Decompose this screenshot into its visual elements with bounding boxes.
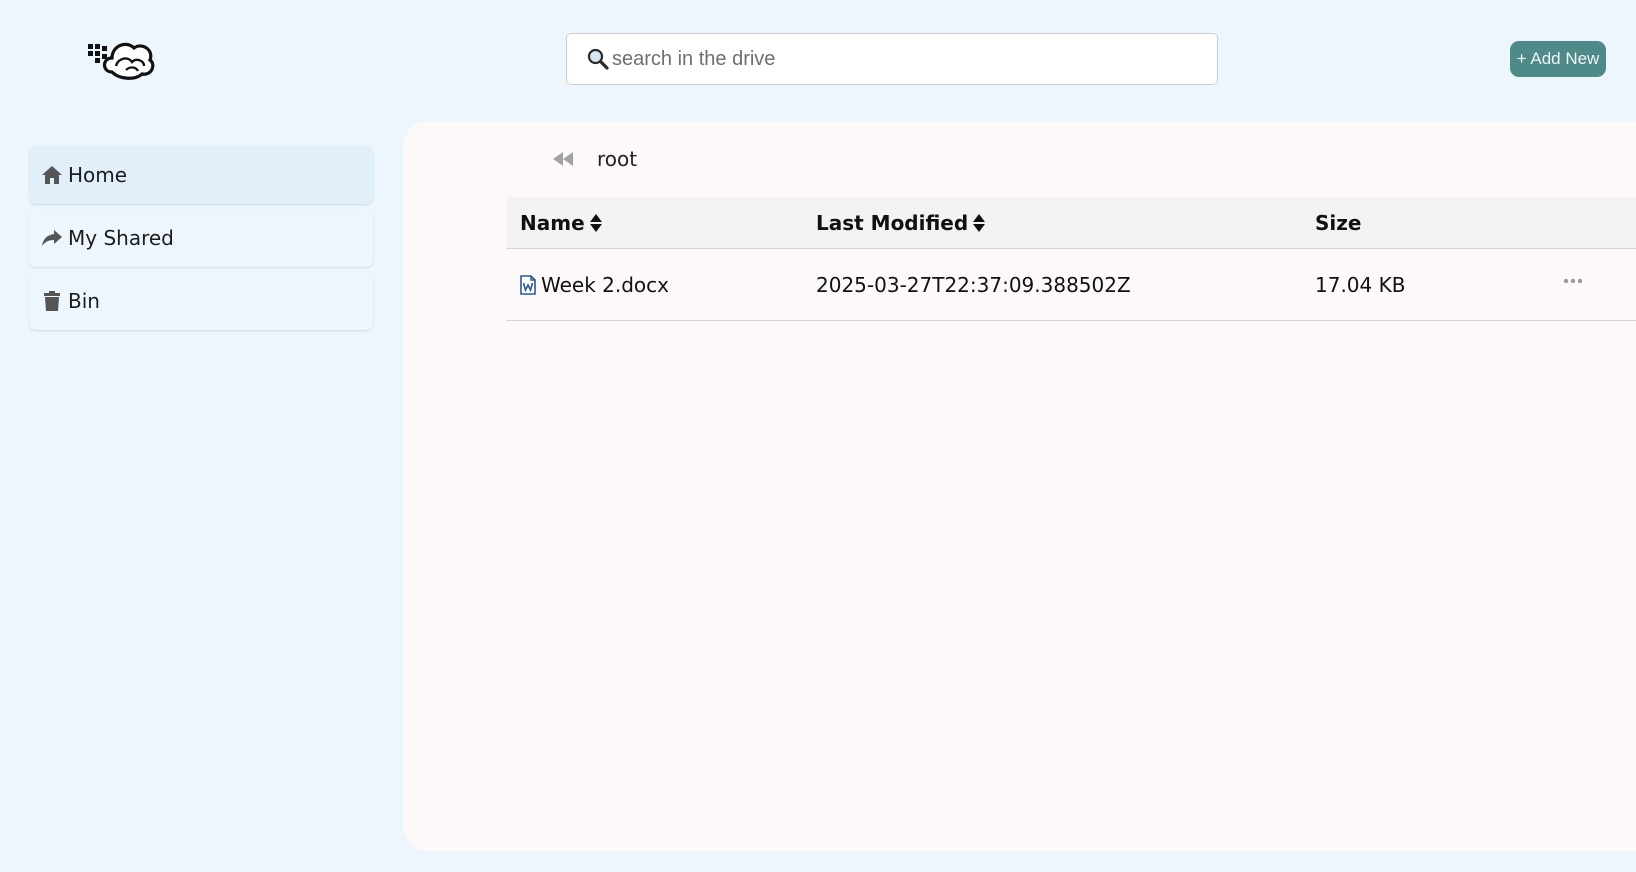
sort-icon[interactable] — [972, 213, 986, 233]
file-table: Name Last Modified Size Week 2.docx 2025… — [506, 197, 1636, 321]
file-name-cell[interactable]: Week 2.docx — [520, 249, 669, 321]
column-header-size: Size — [1315, 197, 1361, 249]
row-actions — [1563, 245, 1583, 317]
column-header-name[interactable]: Name — [520, 197, 603, 249]
column-header-label: Name — [520, 211, 585, 235]
trash-icon — [40, 290, 64, 312]
main-panel: root Name Last Modified Size Week 2.docx… — [403, 121, 1636, 851]
search-input[interactable] — [612, 39, 1192, 79]
sidebar-item-my-shared[interactable]: My Shared — [29, 209, 373, 267]
sidebar: Home My Shared Bin — [29, 146, 373, 335]
sort-icon[interactable] — [589, 213, 603, 233]
file-modified-cell: 2025-03-27T22:37:09.388502Z — [816, 273, 1131, 297]
drive-app: + Add New Home My Shared — [0, 0, 1636, 872]
double-chevron-left-icon[interactable] — [551, 148, 577, 170]
column-header-label: Size — [1315, 211, 1362, 235]
table-header: Name Last Modified Size — [506, 197, 1636, 249]
add-new-button[interactable]: + Add New — [1510, 41, 1606, 77]
cloud-logo-icon[interactable] — [86, 36, 156, 82]
file-size-cell: 17.04 KB — [1315, 273, 1406, 297]
home-icon — [40, 164, 64, 186]
sidebar-item-bin[interactable]: Bin — [29, 272, 373, 330]
search-bar[interactable] — [566, 33, 1218, 85]
breadcrumb: root — [551, 147, 637, 171]
sidebar-item-label: Home — [68, 163, 128, 187]
sidebar-item-home[interactable]: Home — [29, 146, 373, 204]
sidebar-item-label: Bin — [68, 289, 100, 313]
column-header-last-modified[interactable]: Last Modified — [816, 197, 986, 249]
file-name: Week 2.docx — [541, 273, 669, 297]
share-icon — [40, 227, 64, 249]
sidebar-item-label: My Shared — [68, 226, 174, 250]
breadcrumb-path[interactable]: root — [597, 147, 637, 171]
more-horizontal-icon[interactable] — [1563, 277, 1583, 285]
search-icon — [586, 47, 610, 71]
table-row[interactable]: Week 2.docx 2025-03-27T22:37:09.388502Z … — [506, 249, 1636, 321]
column-header-label: Last Modified — [816, 211, 969, 235]
word-document-icon — [520, 275, 536, 295]
